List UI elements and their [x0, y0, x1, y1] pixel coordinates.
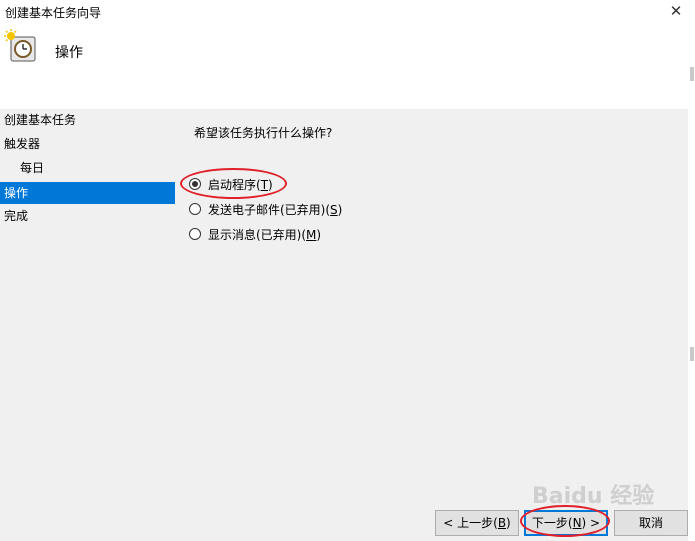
next-button[interactable]: 下一步(N) > — [524, 510, 608, 536]
option-start-program[interactable]: 启动程序(T) — [189, 174, 273, 194]
option-send-email[interactable]: 发送电子邮件(已弃用)(S) — [189, 199, 342, 219]
wizard-steps: 创建基本任务 触发器 每日 操作 完成 — [0, 109, 175, 541]
right-edge — [688, 22, 695, 541]
close-icon[interactable]: ✕ — [665, 1, 687, 21]
step-daily[interactable]: 每日 — [0, 157, 175, 179]
radio-display-message[interactable] — [189, 228, 201, 240]
option-label: 启动程序(T) — [208, 177, 273, 192]
option-label: 显示消息(已弃用)(M) — [208, 227, 322, 242]
task-scheduler-icon — [4, 29, 36, 62]
action-question: 希望该任务执行什么操作? — [194, 126, 333, 140]
option-display-message[interactable]: 显示消息(已弃用)(M) — [189, 224, 321, 244]
window-title: 创建基本任务向导 — [5, 6, 102, 20]
step-action[interactable]: 操作 — [0, 182, 175, 204]
step-create-basic-task[interactable]: 创建基本任务 — [0, 109, 175, 131]
wizard-header: 操作 — [0, 22, 688, 109]
edge-tick — [690, 67, 694, 81]
step-finish[interactable]: 完成 — [0, 205, 175, 227]
step-trigger[interactable]: 触发器 — [0, 133, 175, 155]
title-bar: 创建基本任务向导 ✕ — [0, 0, 695, 22]
page-title: 操作 — [55, 45, 83, 61]
back-button[interactable]: < 上一步(B) — [435, 510, 519, 536]
cancel-button[interactable]: 取消 — [614, 510, 688, 536]
edge-tick — [690, 347, 694, 361]
radio-start-program[interactable] — [189, 178, 201, 190]
option-label: 发送电子邮件(已弃用)(S) — [208, 202, 343, 217]
watermark: Baidu 经验 — [532, 484, 655, 509]
radio-send-email[interactable] — [189, 203, 201, 215]
